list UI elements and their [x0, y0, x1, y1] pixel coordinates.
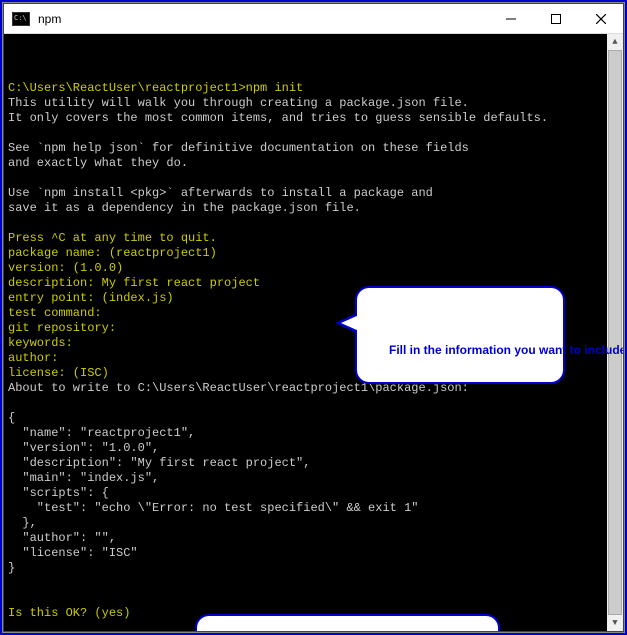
- callout-text: Fill in the information you want to incl…: [389, 343, 623, 357]
- maximize-button[interactable]: [533, 4, 578, 33]
- intro-line: and exactly what they do.: [8, 156, 188, 170]
- json-line: }: [8, 561, 15, 575]
- minimize-button[interactable]: [488, 4, 533, 33]
- json-line: "main": "index.js",: [8, 471, 159, 485]
- close-icon: [596, 14, 606, 24]
- callout-fill-info: Fill in the information you want to incl…: [355, 286, 565, 384]
- interactive-line: Press ^C at any time to quit.: [8, 231, 217, 245]
- intro-line: See `npm help json` for definitive docum…: [8, 141, 469, 155]
- json-line: "license": "ISC": [8, 546, 138, 560]
- json-line: {: [8, 411, 15, 425]
- json-line: "scripts": {: [8, 486, 109, 500]
- interactive-line: version: (1.0.0): [8, 261, 123, 275]
- interactive-line: license: (ISC): [8, 366, 109, 380]
- final-prompt: Is this OK? (yes): [8, 606, 130, 620]
- callout-tail-icon: [341, 315, 359, 331]
- interactive-line: description: My first react project: [8, 276, 260, 290]
- interactive-line: git repository:: [8, 321, 116, 335]
- json-line: },: [8, 516, 37, 530]
- scrollbar[interactable]: ▲ ▼: [607, 34, 623, 631]
- cmd-icon: [12, 12, 30, 26]
- prompt-cmd: npm init: [246, 81, 304, 95]
- intro-line: This utility will walk you through creat…: [8, 96, 469, 110]
- interactive-line: entry point: (index.js): [8, 291, 174, 305]
- terminal-body[interactable]: C:\Users\ReactUser\reactproject1>npm ini…: [4, 34, 623, 631]
- window-title: npm: [38, 12, 488, 26]
- callout-tail-icon: [175, 630, 197, 631]
- json-line: "description": "My first react project",: [8, 456, 310, 470]
- prompt-path: C:\Users\ReactUser\reactproject1>: [8, 81, 246, 95]
- intro-line: It only covers the most common items, an…: [8, 111, 548, 125]
- window-controls: [488, 4, 623, 33]
- json-line: "author": "",: [8, 531, 116, 545]
- scrollbar-thumb[interactable]: [608, 50, 622, 615]
- intro-line: Use `npm install <pkg>` afterwards to in…: [8, 186, 433, 200]
- interactive-line: keywords:: [8, 336, 73, 350]
- terminal-window: npm C:\Users\ReactUser\reactproject1>npm…: [3, 3, 624, 632]
- interactive-line: author:: [8, 351, 58, 365]
- json-line: "name": "reactproject1",: [8, 426, 195, 440]
- callout-press-enter: Press enter to create the package.json f…: [195, 614, 500, 631]
- interactive-line: test command:: [8, 306, 102, 320]
- scroll-down-icon[interactable]: ▼: [607, 615, 623, 631]
- json-line: "test": "echo \"Error: no test specified…: [8, 501, 418, 515]
- interactive-line: package name: (reactproject1): [8, 246, 217, 260]
- maximize-icon: [551, 14, 561, 24]
- minimize-icon: [506, 14, 516, 24]
- scroll-up-icon[interactable]: ▲: [607, 34, 623, 50]
- titlebar: npm: [4, 4, 623, 34]
- intro-line: save it as a dependency in the package.j…: [8, 201, 361, 215]
- json-line: "version": "1.0.0",: [8, 441, 159, 455]
- close-button[interactable]: [578, 4, 623, 33]
